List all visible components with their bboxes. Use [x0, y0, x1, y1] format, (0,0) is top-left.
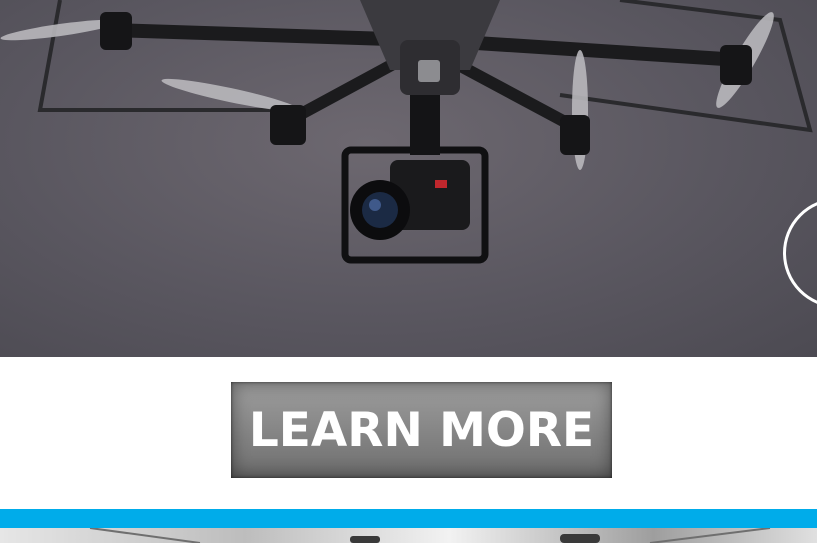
- next-section-image: [0, 528, 817, 543]
- hero-banner: [0, 0, 817, 357]
- cta-section: LEARN MORE: [0, 357, 817, 508]
- learn-more-button[interactable]: LEARN MORE: [231, 382, 612, 478]
- hero-drone-image: [0, 0, 813, 264]
- accent-divider: [0, 509, 817, 528]
